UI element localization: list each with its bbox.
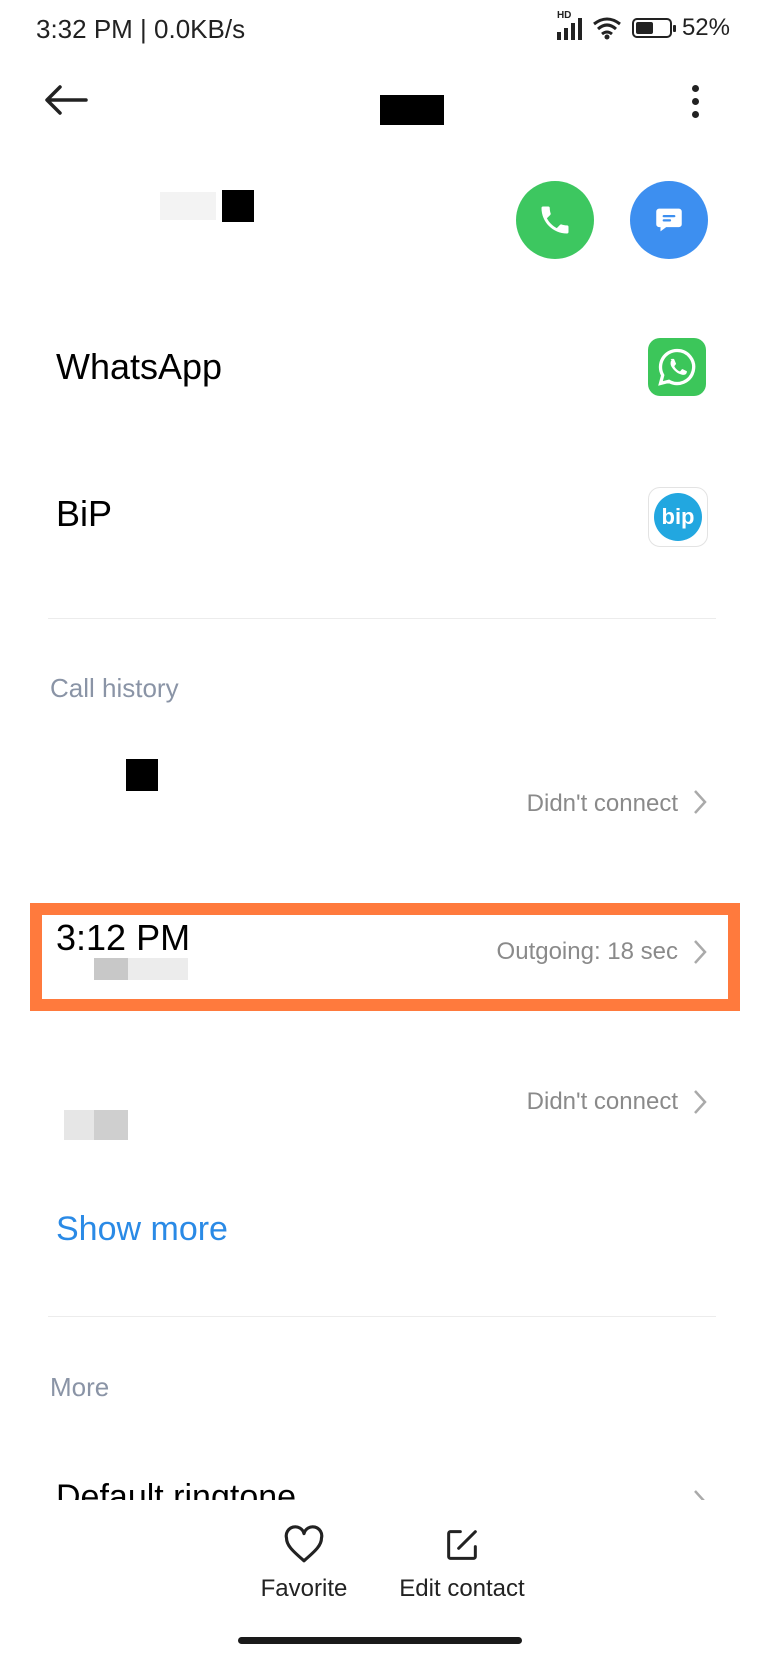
message-button[interactable] <box>630 181 708 259</box>
call-status[interactable]: Outgoing: 18 sec <box>497 938 678 966</box>
section-title-more: More <box>50 1372 110 1402</box>
call-detail-blur <box>128 958 188 980</box>
divider <box>48 1316 716 1317</box>
more-options-button[interactable] <box>680 78 710 124</box>
battery-icon <box>631 18 676 38</box>
phone-icon <box>541 206 569 234</box>
app-row-bip-label[interactable]: BiP <box>56 493 112 535</box>
heart-icon <box>284 1525 324 1563</box>
phone-number-blur <box>160 192 216 220</box>
battery-percent: 52% <box>681 14 730 41</box>
show-more-link[interactable]: Show more <box>56 1210 228 1249</box>
app-row-whatsapp-label[interactable]: WhatsApp <box>56 346 222 388</box>
signal-icon: HD <box>556 10 582 40</box>
chevron-right-icon <box>694 790 707 814</box>
chevron-right-icon <box>694 940 707 964</box>
call-time-redacted <box>126 759 158 791</box>
edit-contact-label: Edit contact <box>399 1575 525 1602</box>
call-time-blur <box>64 1110 94 1140</box>
call-time: 3:12 PM <box>56 917 191 958</box>
contact-name-redacted <box>380 95 444 125</box>
call-status[interactable]: Didn't connect <box>527 790 678 818</box>
status-time: 3:32 PM | 0.0KB/s <box>36 14 246 44</box>
call-time-blur <box>94 1110 128 1140</box>
bip-icon[interactable]: bip <box>648 487 708 547</box>
whatsapp-icon[interactable] <box>648 338 706 396</box>
section-title-call-history: Call history <box>50 673 179 703</box>
home-indicator[interactable] <box>238 1637 522 1644</box>
status-icons: HD 52% <box>556 10 730 42</box>
arrow-left-icon <box>45 85 88 115</box>
back-button[interactable] <box>40 74 92 126</box>
chevron-right-icon <box>694 1090 707 1114</box>
message-icon <box>656 208 682 232</box>
wifi-icon <box>593 17 621 40</box>
network-badge: HD <box>556 10 572 21</box>
bip-logo-text: bip <box>654 493 702 541</box>
edit-contact-button[interactable]: Edit contact <box>392 1525 532 1603</box>
phone-number-redacted <box>222 190 254 222</box>
call-button[interactable] <box>516 181 594 259</box>
edit-icon <box>447 1530 477 1560</box>
favorite-label: Favorite <box>260 1575 348 1602</box>
call-status[interactable]: Didn't connect <box>527 1088 678 1116</box>
favorite-button[interactable]: Favorite <box>254 1525 354 1603</box>
divider <box>48 618 716 619</box>
more-vertical-icon <box>691 84 699 92</box>
call-detail-blur <box>94 958 128 980</box>
